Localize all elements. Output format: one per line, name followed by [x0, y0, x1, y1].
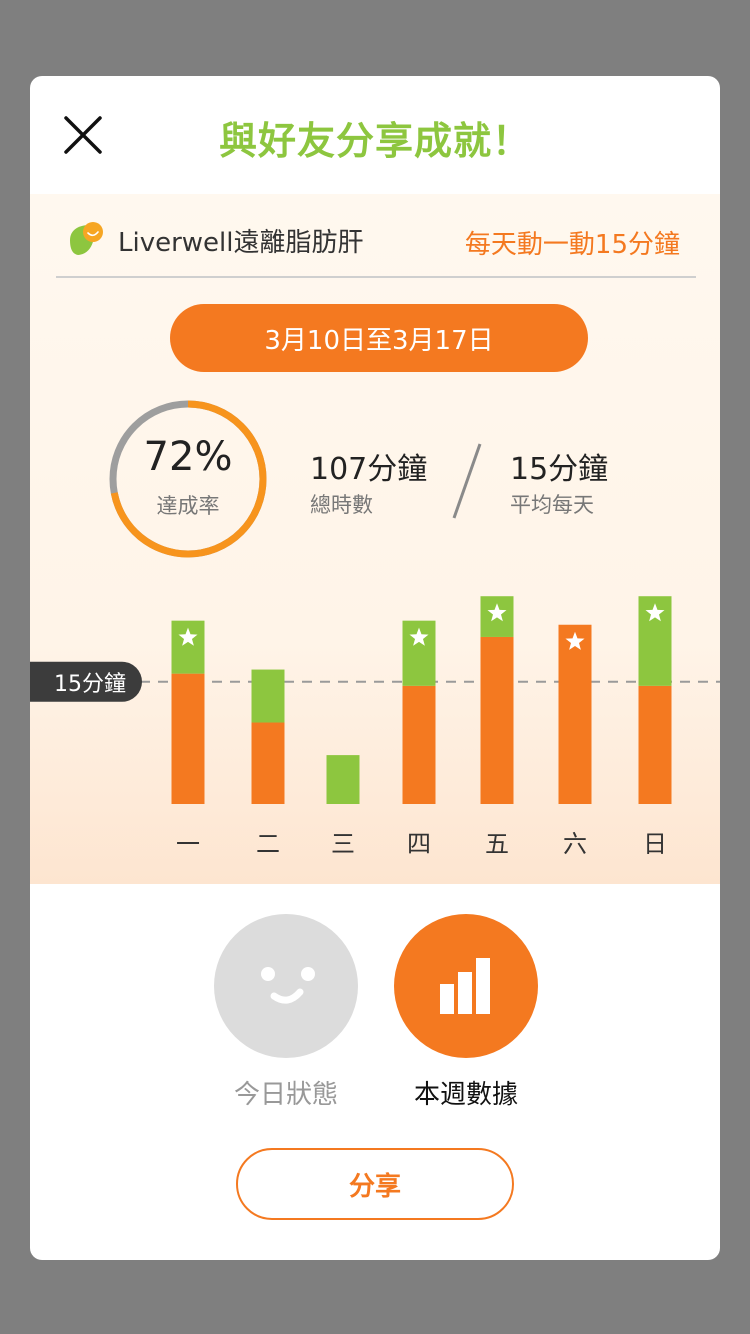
date-range-pill: 3月10日至3月17日 — [170, 304, 588, 372]
view-tabs: 今日狀態 本週數據 — [30, 914, 720, 1114]
average-minutes-value: 15分鐘 — [510, 452, 609, 487]
divider — [56, 276, 696, 278]
day-label: 五 — [485, 830, 509, 858]
brand: Liverwell遠離脂肪肝 — [66, 216, 364, 264]
leaf-logo-icon — [70, 222, 103, 255]
bar-orange — [638, 685, 672, 804]
tab-today-label: 今日狀態 — [233, 1080, 338, 1110]
smiley-face-icon — [261, 967, 315, 1004]
day-label: 三 — [331, 830, 355, 858]
share-button[interactable]: 分享 — [236, 1148, 514, 1220]
tab-weekly-data[interactable]: 本週數據 — [394, 914, 538, 1111]
total-minutes-label: 總時數 — [310, 493, 373, 517]
bar-orange — [251, 722, 285, 804]
weekly-bar-chart: 15分鐘 — [30, 596, 720, 804]
bar-green — [251, 669, 285, 723]
bar-orange — [480, 636, 514, 804]
day-label: 六 — [563, 830, 587, 858]
tab-weekly-circle — [394, 914, 538, 1058]
day-label: 四 — [407, 830, 431, 858]
tab-weekly-label: 本週數據 — [413, 1080, 518, 1110]
brand-name: Liverwell遠離脂肪肝 — [118, 227, 364, 258]
completion-value: 72% — [143, 434, 233, 480]
tab-today-circle — [214, 914, 358, 1058]
modal-title: 與好友分享成就！ — [218, 119, 531, 163]
target-label: 15分鐘 — [54, 672, 126, 697]
plan-label: 每天動一動15分鐘 — [464, 230, 680, 260]
bar-orange — [558, 624, 592, 804]
bar-orange — [171, 673, 205, 804]
share-modal: 與好友分享成就！ Liverwell遠離脂肪肝 每天動一動15分鐘 3月10日至… — [30, 76, 720, 1260]
day-label: 日 — [643, 830, 667, 858]
bar-chart-icon — [440, 958, 490, 1014]
day-label: 二 — [256, 830, 280, 858]
day-label: 一 — [176, 830, 200, 858]
bar-orange — [402, 685, 436, 804]
completion-label: 達成率 — [156, 494, 220, 518]
tab-today-status[interactable]: 今日狀態 — [214, 914, 358, 1111]
bar-green — [326, 755, 360, 804]
average-minutes-label: 平均每天 — [510, 493, 594, 517]
divider-slash — [452, 443, 482, 519]
total-minutes-value: 107分鐘 — [310, 452, 428, 487]
achievement-card: Liverwell遠離脂肪肝 每天動一動15分鐘 3月10日至3月17日 72%… — [30, 194, 720, 884]
